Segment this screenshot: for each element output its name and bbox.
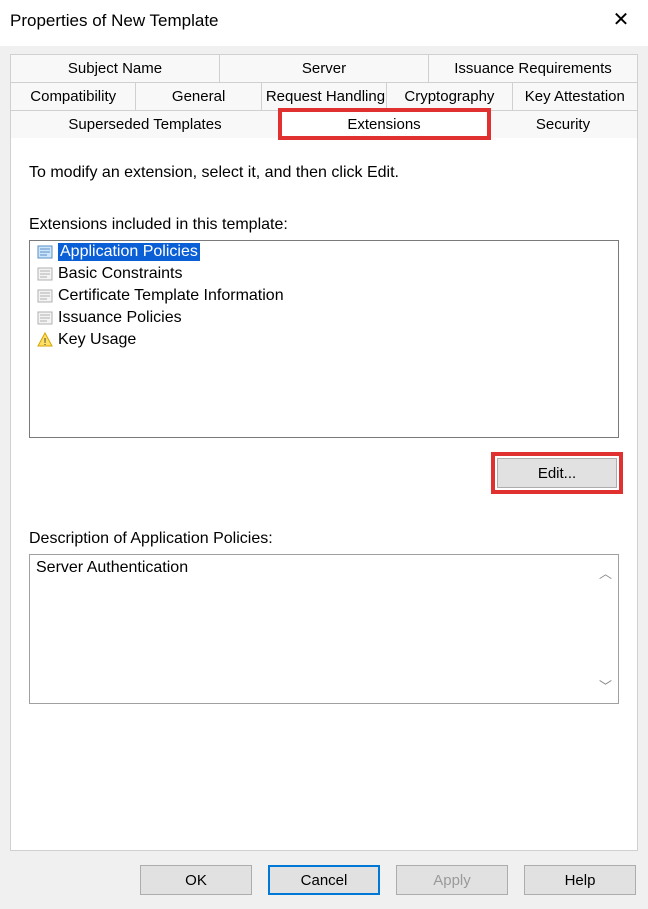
list-item-label: Issuance Policies bbox=[58, 309, 182, 327]
tab-label: Issuance Requirements bbox=[454, 60, 612, 77]
tab-label: Compatibility bbox=[30, 88, 116, 105]
extensions-list-label: Extensions included in this template: bbox=[29, 216, 619, 234]
tab-superseded-templates[interactable]: Superseded Templates bbox=[10, 110, 280, 138]
description-text: Server Authentication bbox=[36, 559, 612, 577]
tab-general[interactable]: General bbox=[136, 82, 261, 110]
extensions-panel: To modify an extension, select it, and t… bbox=[10, 137, 638, 851]
tab-extensions[interactable]: Extensions bbox=[280, 110, 489, 138]
tab-label: Request Handling bbox=[266, 88, 385, 105]
dialog-button-bar: OK Cancel Apply Help bbox=[0, 851, 648, 909]
tab-server[interactable]: Server bbox=[220, 54, 429, 82]
list-item-label: Key Usage bbox=[58, 331, 136, 349]
tab-compatibility[interactable]: Compatibility bbox=[10, 82, 136, 110]
certificate-icon bbox=[36, 287, 54, 305]
warning-icon: ! bbox=[36, 331, 54, 349]
dialog-title: Properties of New Template bbox=[10, 11, 219, 31]
tab-row-2: Compatibility General Request Handling C… bbox=[10, 82, 638, 110]
edit-button-row: Edit... bbox=[29, 456, 619, 490]
list-item-label: Application Policies bbox=[58, 243, 200, 261]
tab-container: Subject Name Server Issuance Requirement… bbox=[10, 54, 638, 138]
svg-text:!: ! bbox=[44, 337, 47, 348]
help-button[interactable]: Help bbox=[524, 865, 636, 895]
list-item[interactable]: Certificate Template Information bbox=[30, 285, 618, 307]
description-box[interactable]: Server Authentication ︿ ﹀ bbox=[29, 554, 619, 704]
properties-dialog: Properties of New Template ✕ Subject Nam… bbox=[0, 0, 648, 909]
apply-button[interactable]: Apply bbox=[396, 865, 508, 895]
list-item[interactable]: ! Key Usage bbox=[30, 329, 618, 351]
list-item[interactable]: Application Policies bbox=[30, 241, 618, 263]
description-label: Description of Application Policies: bbox=[29, 530, 619, 548]
tab-subject-name[interactable]: Subject Name bbox=[10, 54, 220, 82]
tab-row-1: Subject Name Server Issuance Requirement… bbox=[10, 54, 638, 82]
ok-button[interactable]: OK bbox=[140, 865, 252, 895]
list-item[interactable]: Issuance Policies bbox=[30, 307, 618, 329]
tab-label: Extensions bbox=[347, 116, 420, 133]
close-button[interactable]: ✕ bbox=[606, 6, 636, 36]
tab-label: Subject Name bbox=[68, 60, 162, 77]
list-item[interactable]: Basic Constraints bbox=[30, 263, 618, 285]
tab-issuance-requirements[interactable]: Issuance Requirements bbox=[429, 54, 638, 82]
certificate-icon bbox=[36, 265, 54, 283]
tab-label: Cryptography bbox=[404, 88, 494, 105]
tab-label: Key Attestation bbox=[525, 88, 625, 105]
scroll-up-icon[interactable]: ︿ bbox=[599, 563, 612, 582]
tab-security[interactable]: Security bbox=[489, 110, 638, 138]
tab-cryptography[interactable]: Cryptography bbox=[387, 82, 512, 110]
tab-key-attestation[interactable]: Key Attestation bbox=[513, 82, 638, 110]
tab-label: General bbox=[172, 88, 225, 105]
edit-button[interactable]: Edit... bbox=[497, 458, 617, 488]
titlebar: Properties of New Template ✕ bbox=[0, 0, 648, 46]
certificate-icon bbox=[36, 243, 54, 261]
tab-label: Security bbox=[536, 116, 590, 133]
edit-button-highlight: Edit... bbox=[495, 456, 619, 490]
list-item-label: Certificate Template Information bbox=[58, 287, 284, 305]
tab-label: Server bbox=[302, 60, 346, 77]
scroll-down-icon[interactable]: ﹀ bbox=[599, 676, 612, 695]
tab-row-3: Superseded Templates Extensions Security bbox=[10, 110, 638, 138]
certificate-icon bbox=[36, 309, 54, 327]
extensions-listbox[interactable]: Application Policies Basic Constraints C… bbox=[29, 240, 619, 438]
tab-request-handling[interactable]: Request Handling bbox=[262, 82, 387, 110]
tab-label: Superseded Templates bbox=[68, 116, 221, 133]
cancel-button[interactable]: Cancel bbox=[268, 865, 380, 895]
list-item-label: Basic Constraints bbox=[58, 265, 183, 283]
dialog-content: Subject Name Server Issuance Requirement… bbox=[0, 46, 648, 851]
instruction-text: To modify an extension, select it, and t… bbox=[29, 164, 619, 182]
